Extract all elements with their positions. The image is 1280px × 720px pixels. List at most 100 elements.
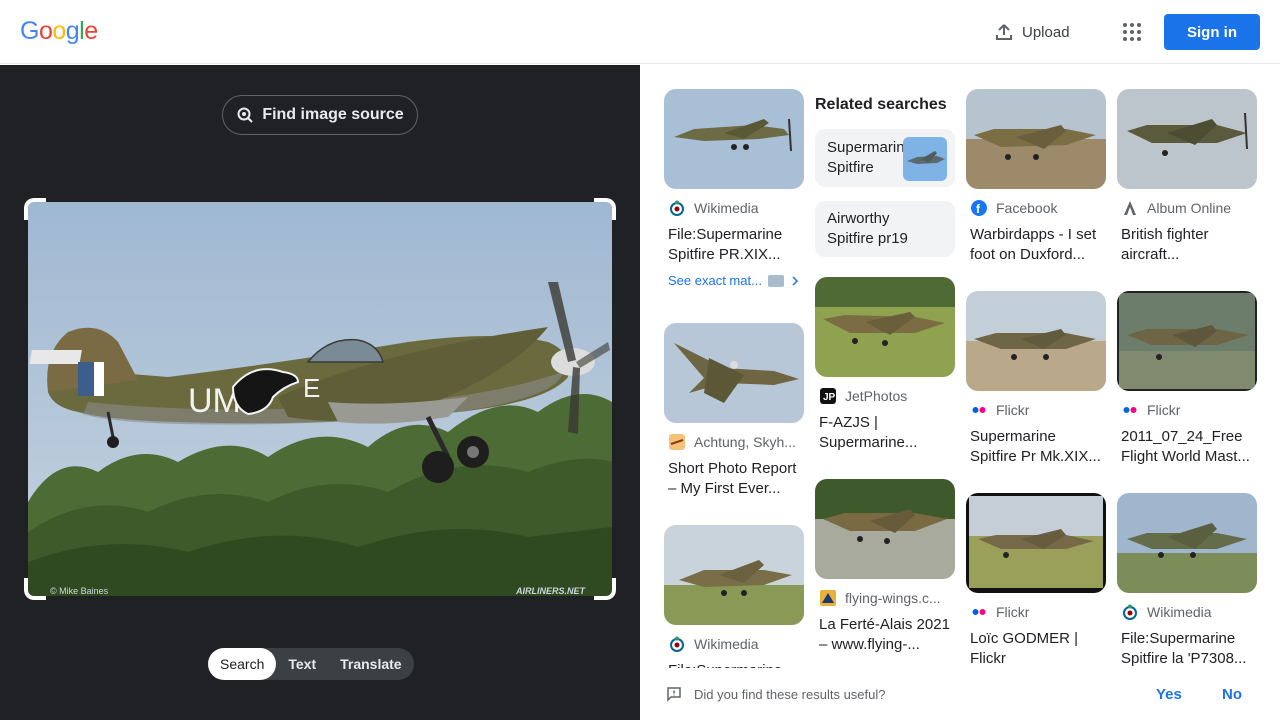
result-source: f Facebook <box>966 199 1106 217</box>
upload-button[interactable]: Upload <box>984 14 1080 50</box>
result-thumbnail[interactable] <box>966 291 1106 391</box>
result-title[interactable]: British fighter aircraft... <box>1117 225 1257 265</box>
result-source: Album Online <box>1117 199 1257 217</box>
result-title[interactable]: Warbirdapps - I set foot on Duxford... <box>966 225 1106 265</box>
result-thumbnail[interactable] <box>815 277 955 377</box>
feedback-no-button[interactable]: No <box>1222 686 1242 703</box>
result-card[interactable]: Wikimedia File:Supermarine Spitfire PR.X… <box>664 89 804 288</box>
result-thumbnail[interactable] <box>664 323 804 423</box>
google-logo[interactable]: Google <box>20 17 98 46</box>
crop-handle-bottom-left[interactable] <box>24 578 46 600</box>
find-image-source-button[interactable]: Find image source <box>222 95 418 135</box>
feedback-question: Did you find these results useful? <box>694 686 886 702</box>
result-source: Wikimedia <box>664 635 804 653</box>
results-pane: Wikimedia File:Supermarine Spitfire PR.X… <box>640 65 1280 720</box>
logo-letter: e <box>84 17 98 45</box>
crop-handle-bottom-right[interactable] <box>594 578 616 600</box>
photo-credit-right: AIRLINERS.NET <box>515 586 587 596</box>
chevron-right-icon <box>792 275 798 286</box>
result-title[interactable]: La Ferté-Alais 2021 – www.flying-... <box>815 615 955 655</box>
result-card[interactable]: Flickr 2011_07_24_Free Flight World Mast… <box>1117 291 1257 467</box>
result-thumbnail[interactable] <box>1117 291 1257 391</box>
result-source: JP JetPhotos <box>815 387 955 405</box>
flickr-icon <box>1121 401 1139 419</box>
result-source-name: Wikimedia <box>1147 604 1212 620</box>
logo-letter: g <box>65 17 80 45</box>
result-source: Flickr <box>966 401 1106 419</box>
result-card[interactable]: Wikimedia File:Supermarine Spitfire la '… <box>1117 493 1257 669</box>
sign-in-button[interactable]: Sign in <box>1164 14 1260 50</box>
result-source: Wikimedia <box>1117 603 1257 621</box>
related-search-chip[interactable]: Supermarine Spitfire <box>815 129 955 187</box>
result-source: Wikimedia <box>664 199 804 217</box>
result-source-name: Wikimedia <box>694 200 759 216</box>
feedback-bar: Did you find these results useful? Yes N… <box>640 668 1280 720</box>
flickr-icon <box>970 401 988 419</box>
tab-text[interactable]: Text <box>276 648 328 680</box>
crop-handle-top-right[interactable] <box>594 198 616 220</box>
result-source-name: Achtung, Skyh... <box>694 434 796 450</box>
feedback-icon <box>667 687 681 702</box>
exact-match-thumbnail <box>767 274 784 287</box>
result-thumbnail[interactable] <box>966 493 1106 593</box>
result-thumbnail[interactable] <box>815 479 955 579</box>
result-card[interactable]: Album Online British fighter aircraft... <box>1117 89 1257 265</box>
tab-search[interactable]: Search <box>208 648 277 680</box>
result-thumbnail[interactable] <box>664 89 804 189</box>
result-title[interactable]: F-AZJS | Supermarine... <box>815 413 955 453</box>
result-thumbnail[interactable] <box>1117 89 1257 189</box>
result-source: flying-wings.c... <box>815 589 955 607</box>
result-source-name: flying-wings.c... <box>845 590 941 606</box>
result-title[interactable]: Supermarine Spitfire Pr Mk.XIX... <box>966 427 1106 467</box>
result-thumbnail[interactable] <box>966 89 1106 189</box>
result-source-name: JetPhotos <box>845 388 908 404</box>
see-exact-label: See exact mat... <box>668 273 762 288</box>
result-thumbnail[interactable] <box>664 525 804 625</box>
logo-letter: o <box>38 17 53 45</box>
result-title[interactable]: Short Photo Report – My First Ever... <box>664 459 804 499</box>
header: Google Upload Sign in <box>0 0 1280 64</box>
result-card[interactable]: Flickr Supermarine Spitfire Pr Mk.XIX... <box>966 291 1106 467</box>
mode-tabs: Search Text Translate <box>208 648 414 680</box>
result-card[interactable]: f Facebook Warbirdapps - I set foot on D… <box>966 89 1106 265</box>
apps-grid-icon[interactable] <box>1114 14 1150 50</box>
result-card[interactable]: Achtung, Skyh... Short Photo Report – My… <box>664 323 804 499</box>
upload-label: Upload <box>1022 23 1070 41</box>
result-title[interactable]: File:Supermarine Spitfire PR.XIX... <box>664 225 804 265</box>
photo-credit-left: © Mike Baines <box>50 586 109 596</box>
result-source-name: Flickr <box>996 604 1030 620</box>
result-card[interactable]: JP JetPhotos F-AZJS | Supermarine... <box>815 277 955 453</box>
tab-translate[interactable]: Translate <box>328 648 413 680</box>
result-source: Flickr <box>1117 401 1257 419</box>
flying-wings-icon <box>819 589 837 607</box>
related-search-chip[interactable]: Airworthy Spitfire pr19 <box>815 201 955 257</box>
wikimedia-icon <box>1121 603 1139 621</box>
flickr-icon <box>970 603 988 621</box>
feedback-yes-button[interactable]: Yes <box>1156 686 1182 703</box>
logo-letter: o <box>52 17 66 45</box>
result-source-name: Album Online <box>1147 200 1232 216</box>
wikimedia-icon <box>668 635 686 653</box>
facebook-icon: f <box>970 199 988 217</box>
result-source-name: Facebook <box>996 200 1058 216</box>
achtung-skyhawk-icon <box>668 433 686 451</box>
result-title[interactable]: 2011_07_24_Free Flight World Mast... <box>1117 427 1257 467</box>
result-title[interactable]: Loïc GODMER | Flickr <box>966 629 1106 669</box>
query-image-crop[interactable]: UM E © Mike Baines AIRLINERS.NET <box>24 198 616 600</box>
result-card[interactable]: Flickr Loïc GODMER | Flickr <box>966 493 1106 669</box>
svg-text:JP: JP <box>823 392 836 403</box>
album-online-icon <box>1121 199 1139 217</box>
result-title[interactable]: File:Supermarine Spitfire la 'P7308... <box>1117 629 1257 669</box>
query-image-pane: Find image source UM E © Mike Baines AIR… <box>0 65 640 720</box>
chip-label: Supermarine Spitfire <box>827 139 913 176</box>
result-card[interactable]: flying-wings.c... La Ferté-Alais 2021 – … <box>815 479 955 655</box>
crop-handle-top-left[interactable] <box>24 198 46 220</box>
see-exact-matches-link[interactable]: See exact mat... <box>664 273 804 288</box>
result-thumbnail[interactable] <box>1117 493 1257 593</box>
aircraft-letter-text: E <box>303 373 320 403</box>
result-source: Achtung, Skyh... <box>664 433 804 451</box>
chip-thumbnail <box>903 137 947 181</box>
lens-search-icon <box>237 107 254 123</box>
upload-icon <box>996 24 1012 40</box>
result-source-name: Flickr <box>1147 402 1181 418</box>
